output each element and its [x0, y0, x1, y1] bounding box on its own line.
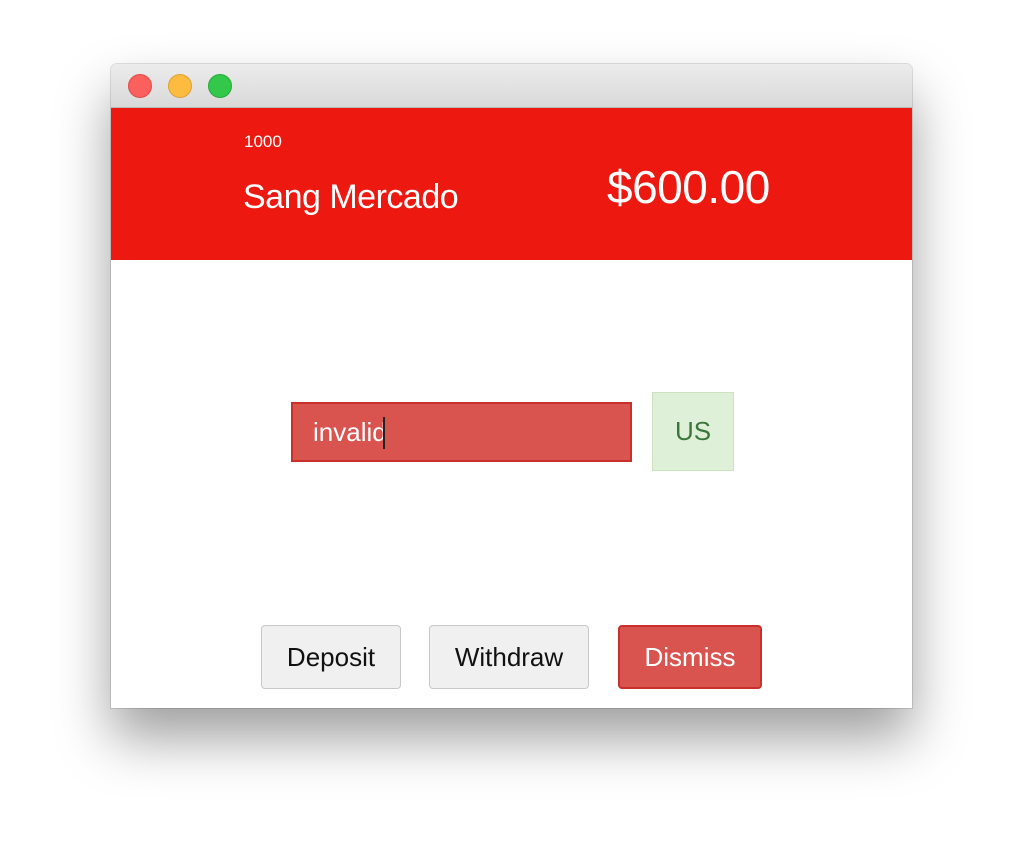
- account-name: Sang Mercado: [243, 178, 459, 216]
- text-cursor: [383, 417, 385, 449]
- amount-input[interactable]: [291, 402, 632, 462]
- withdraw-button[interactable]: Withdraw: [429, 625, 589, 689]
- account-balance: $600.00: [607, 161, 770, 213]
- account-number: 1000: [244, 132, 282, 151]
- zoom-icon[interactable]: [208, 74, 232, 98]
- title-bar[interactable]: [111, 64, 912, 108]
- dismiss-button[interactable]: Dismiss: [618, 625, 762, 689]
- deposit-button[interactable]: Deposit: [261, 625, 401, 689]
- minimize-icon[interactable]: [168, 74, 192, 98]
- account-header: 1000 Sang Mercado $600.00: [111, 108, 912, 260]
- app-window: 1000 Sang Mercado $600.00 US Deposit Wit…: [111, 64, 912, 708]
- currency-badge: US: [652, 392, 734, 471]
- close-icon[interactable]: [128, 74, 152, 98]
